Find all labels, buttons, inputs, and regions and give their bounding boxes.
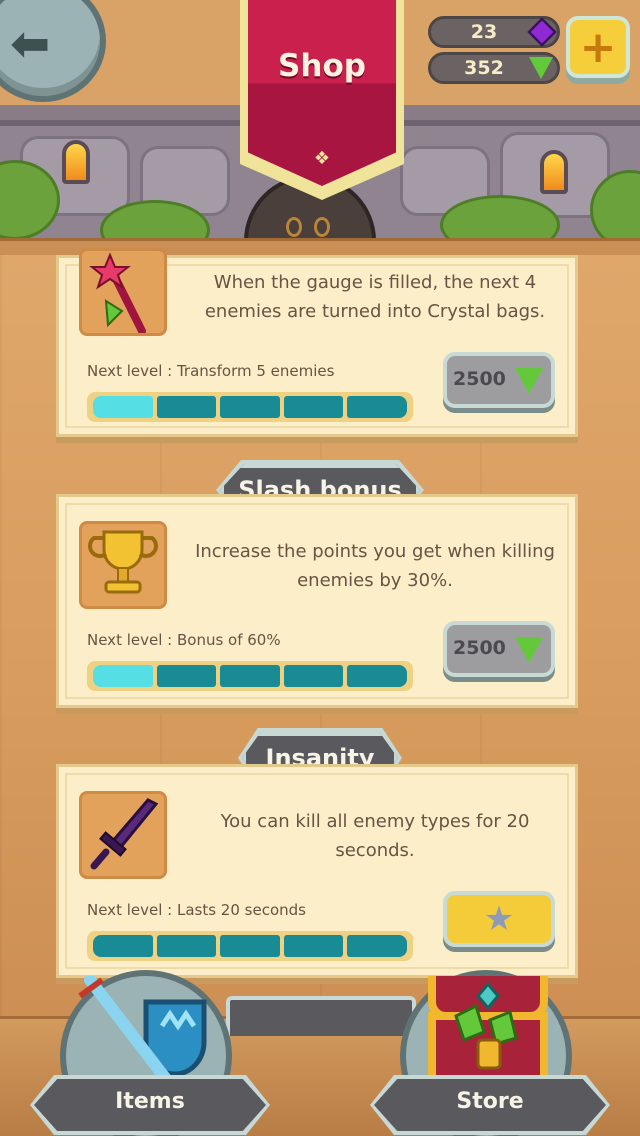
gem-counter: 23 [428, 16, 560, 48]
crystal-count: 352 [464, 57, 504, 79]
add-currency-button[interactable]: + [566, 16, 630, 78]
next-level-text: Next level : Lasts 20 seconds [87, 901, 306, 919]
shop-banner: Shop ❖ [240, 0, 404, 200]
page-title: Shop [278, 48, 366, 84]
price-label: 2500 [453, 637, 506, 659]
store-nav-button[interactable]: Store [370, 1075, 610, 1135]
upgrade-description: Increase the points you get when killing… [195, 541, 555, 591]
level-gauge [87, 661, 413, 691]
buy-button[interactable]: 2500 [443, 621, 555, 677]
upgrade-card: You can kill all enemy types for 20 seco… [56, 764, 578, 978]
window-icon [540, 150, 568, 194]
green-crystal-icon [515, 368, 543, 394]
trophy-icon [79, 521, 167, 609]
level-gauge [87, 392, 413, 422]
star-icon: ★ [483, 899, 515, 939]
store-nav-label: Store [456, 1089, 524, 1114]
green-crystal-icon [515, 637, 543, 663]
green-crystal-icon [529, 57, 553, 79]
banner-ornament-icon: ❖ [313, 148, 331, 169]
upgrade-description: When the gauge is filled, the next 4 ene… [204, 272, 546, 322]
items-nav-label: Items [115, 1089, 185, 1114]
next-level-text: Next level : Transform 5 enemies [87, 362, 335, 380]
upgrade-card: When the gauge is filled, the next 4 ene… [56, 248, 578, 437]
window-icon [62, 140, 90, 184]
buy-button[interactable]: 2500 [443, 352, 555, 408]
dark-sword-icon [79, 791, 167, 879]
upgrade-card: Increase the points you get when killing… [56, 494, 578, 708]
gem-count: 23 [470, 21, 498, 43]
next-level-text: Next level : Bonus of 60% [87, 631, 281, 649]
items-nav-button[interactable]: Items [30, 1075, 270, 1135]
scroll-tab [226, 996, 416, 1036]
upgrade-description: You can kill all enemy types for 20 seco… [220, 811, 530, 861]
back-arrow-icon: ⬅ [10, 16, 51, 72]
magic-wand-icon [79, 248, 167, 336]
plus-icon: + [579, 22, 617, 73]
watch-ad-button[interactable]: ★ [443, 891, 555, 947]
crystal-counter: 352 [428, 52, 560, 84]
price-label: 2500 [453, 368, 506, 390]
level-gauge [87, 931, 413, 961]
